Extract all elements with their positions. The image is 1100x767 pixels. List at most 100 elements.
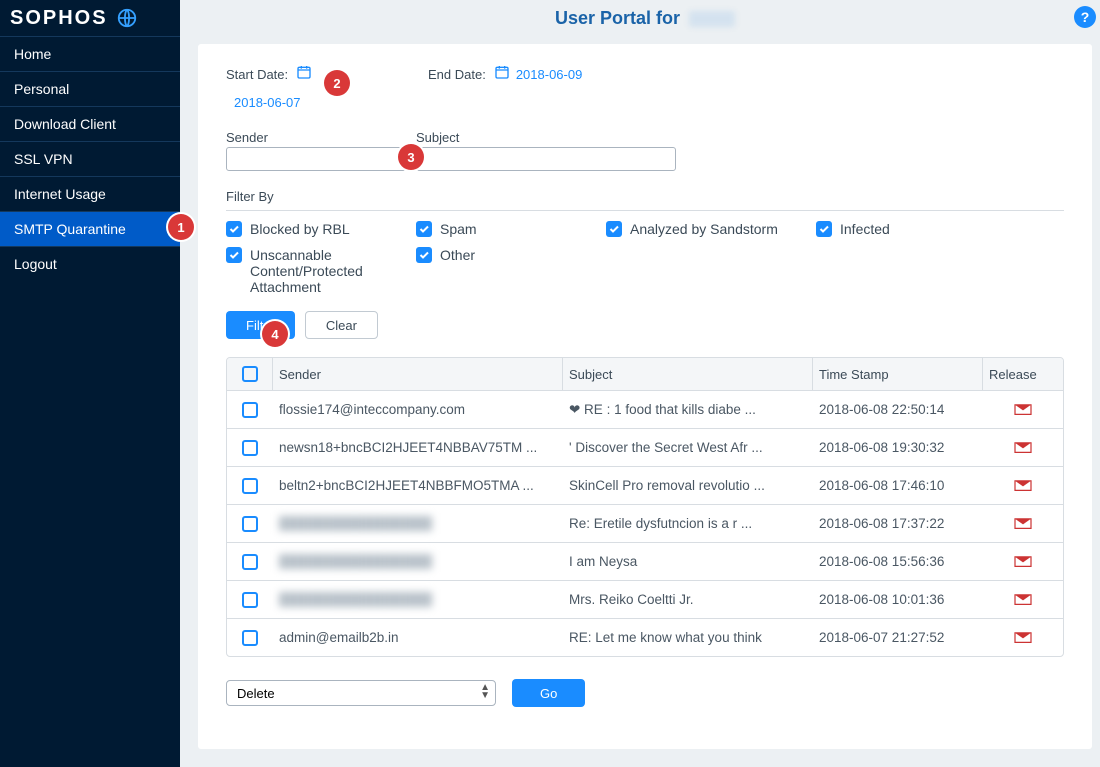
brand-icon xyxy=(116,7,138,29)
header-subject[interactable]: Subject xyxy=(563,358,813,390)
calendar-icon[interactable] xyxy=(296,64,312,85)
table-header: Sender Subject Time Stamp Release xyxy=(227,358,1063,390)
release-icon[interactable] xyxy=(1013,590,1033,609)
release-icon[interactable] xyxy=(1013,476,1033,495)
row-checkbox-cell xyxy=(227,516,273,532)
checkbox-icon xyxy=(226,221,242,237)
filter-label: Unscannable Content/Protected Attachment xyxy=(250,247,410,295)
divider xyxy=(226,210,1064,211)
row-checkbox[interactable] xyxy=(242,592,258,608)
row-release-cell xyxy=(983,514,1063,533)
table-row: ████████████████Mrs. Reiko Coeltti Jr.20… xyxy=(227,580,1063,618)
row-checkbox-cell xyxy=(227,440,273,456)
subject-input[interactable] xyxy=(416,147,676,171)
nav-item-internet-usage[interactable]: Internet Usage xyxy=(0,176,180,211)
table-row: admin@emailb2b.inRE: Let me know what yo… xyxy=(227,618,1063,656)
table-row: newsn18+bncBCI2HJEET4NBBAV75TM ...' Disc… xyxy=(227,428,1063,466)
nav-item-ssl-vpn[interactable]: SSL VPN xyxy=(0,141,180,176)
help-icon[interactable]: ? xyxy=(1074,6,1096,28)
row-release-cell xyxy=(983,552,1063,571)
row-release-cell xyxy=(983,628,1063,647)
clear-button[interactable]: Clear xyxy=(305,311,378,339)
search-row: Sender Subject 3 xyxy=(226,130,1064,171)
row-time: 2018-06-08 17:46:10 xyxy=(813,478,983,493)
callout-2: 2 xyxy=(324,70,350,96)
select-all-checkbox[interactable] xyxy=(242,366,258,382)
nav-label: Logout xyxy=(14,256,57,272)
row-subject: Re: Eretile dysfutncion is a r ... xyxy=(563,516,813,531)
row-sender: ████████████████ xyxy=(273,554,563,569)
end-date-value[interactable]: 2018-06-09 xyxy=(516,67,583,82)
row-time: 2018-06-08 10:01:36 xyxy=(813,592,983,607)
row-release-cell xyxy=(983,438,1063,457)
table-row: flossie174@inteccompany.com❤ RE : 1 food… xyxy=(227,390,1063,428)
nav-item-logout[interactable]: Logout xyxy=(0,246,180,281)
row-checkbox-cell xyxy=(227,554,273,570)
filter-infected[interactable]: Infected xyxy=(816,221,1006,237)
row-checkbox[interactable] xyxy=(242,402,258,418)
row-release-cell xyxy=(983,590,1063,609)
release-icon[interactable] xyxy=(1013,438,1033,457)
header-release: Release xyxy=(983,358,1063,390)
filter-spam[interactable]: Spam xyxy=(416,221,606,237)
start-date-value[interactable]: 2018-06-07 xyxy=(226,95,416,110)
filter-label: Infected xyxy=(840,221,890,237)
row-release-cell xyxy=(983,476,1063,495)
table-body: flossie174@inteccompany.com❤ RE : 1 food… xyxy=(227,390,1063,656)
filter-blocked-by-rbl[interactable]: Blocked by RBL xyxy=(226,221,416,237)
calendar-icon[interactable] xyxy=(494,64,510,85)
row-time: 2018-06-07 21:27:52 xyxy=(813,630,983,645)
action-buttons: Filter Clear 4 xyxy=(226,311,1064,339)
row-subject: RE: Let me know what you think xyxy=(563,630,813,645)
row-subject: Mrs. Reiko Coeltti Jr. xyxy=(563,592,813,607)
go-button[interactable]: Go xyxy=(512,679,585,707)
checkbox-icon xyxy=(416,221,432,237)
nav-item-personal[interactable]: Personal xyxy=(0,71,180,106)
filter-label: Spam xyxy=(440,221,477,237)
release-icon[interactable] xyxy=(1013,400,1033,419)
nav-item-download-client[interactable]: Download Client xyxy=(0,106,180,141)
row-subject: ' Discover the Secret West Afr ... xyxy=(563,440,813,455)
nav-label: Personal xyxy=(14,81,69,97)
table-row: beltn2+bncBCI2HJEET4NBBFMO5TMA ...SkinCe… xyxy=(227,466,1063,504)
bulk-action-select[interactable]: Delete xyxy=(226,680,496,706)
filter-other[interactable]: Other xyxy=(416,247,606,295)
release-icon[interactable] xyxy=(1013,552,1033,571)
brand: SOPHOS xyxy=(0,0,180,36)
nav-item-home[interactable]: Home xyxy=(0,36,180,71)
nav-label: Download Client xyxy=(14,116,116,132)
bulk-action-row: Delete ▲▼ Go xyxy=(226,679,1064,707)
row-checkbox[interactable] xyxy=(242,554,258,570)
filter-options: Blocked by RBL Spam Analyzed by Sandstor… xyxy=(226,221,1064,295)
page-title-text: User Portal for xyxy=(555,8,680,28)
release-icon[interactable] xyxy=(1013,514,1033,533)
row-sender: ████████████████ xyxy=(273,516,563,531)
nav-item-smtp-quarantine[interactable]: SMTP Quarantine 1 xyxy=(0,211,180,246)
filter-by-section: Filter By Blocked by RBL Spam Analyzed b… xyxy=(226,189,1064,295)
header-sender[interactable]: Sender xyxy=(273,358,563,390)
filter-unscannable[interactable]: Unscannable Content/Protected Attachment xyxy=(226,247,416,295)
row-time: 2018-06-08 15:56:36 xyxy=(813,554,983,569)
nav-label: Internet Usage xyxy=(14,186,106,202)
row-checkbox[interactable] xyxy=(242,516,258,532)
header-time[interactable]: Time Stamp xyxy=(813,358,983,390)
row-checkbox-cell xyxy=(227,630,273,646)
row-checkbox-cell xyxy=(227,592,273,608)
end-date-label: End Date: xyxy=(428,67,486,82)
row-sender: flossie174@inteccompany.com xyxy=(273,402,563,417)
row-checkbox-cell xyxy=(227,402,273,418)
header-checkbox-cell xyxy=(227,358,273,390)
subject-label: Subject xyxy=(416,130,676,145)
end-date-block: End Date: 2018-06-09 xyxy=(428,64,618,85)
release-icon[interactable] xyxy=(1013,628,1033,647)
row-checkbox[interactable] xyxy=(242,478,258,494)
row-release-cell xyxy=(983,400,1063,419)
filter-sandstorm[interactable]: Analyzed by Sandstorm xyxy=(606,221,816,237)
sender-input[interactable] xyxy=(226,147,406,171)
callout-4: 4 xyxy=(262,321,288,347)
row-sender: admin@emailb2b.in xyxy=(273,630,563,645)
brand-text: SOPHOS xyxy=(10,7,108,30)
row-checkbox[interactable] xyxy=(242,440,258,456)
table-row: ████████████████I am Neysa2018-06-08 15:… xyxy=(227,542,1063,580)
row-checkbox[interactable] xyxy=(242,630,258,646)
